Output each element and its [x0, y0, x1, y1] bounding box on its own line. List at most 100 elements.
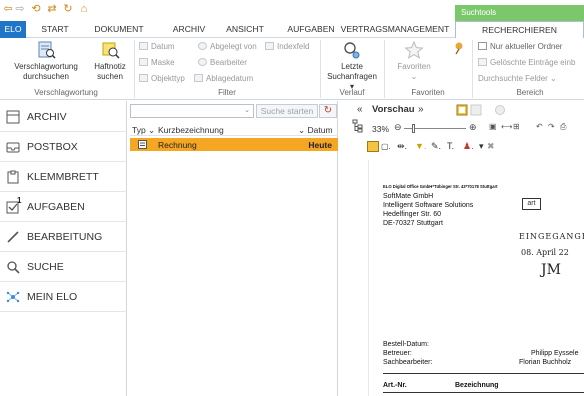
sidebar-item-label: BEARBEITUNG — [27, 231, 103, 243]
sidebar-item-postbox[interactable]: POSTBOX — [0, 132, 127, 162]
search-input[interactable]: ⌄ — [130, 104, 254, 118]
zoom-in-icon[interactable]: ⊕ — [469, 122, 477, 133]
delete-annotation-icon[interactable]: ✖ — [487, 141, 495, 152]
verschlagwortung-durchsuchen-button[interactable]: Verschlagwortung durchsuchen — [2, 40, 90, 82]
filter-bearbeiter[interactable]: Bearbeiter — [198, 57, 247, 68]
fit-width-icon[interactable]: ⟷ — [501, 122, 512, 131]
handwritten-initials: JM — [541, 262, 561, 278]
stamp-tool-icon[interactable]: ♟. — [463, 141, 474, 152]
image-view-icon[interactable] — [470, 104, 482, 116]
group-separator — [320, 40, 321, 98]
sidebar-item-label: MEIN ELO — [27, 291, 78, 303]
column-header-kurzbezeichnung[interactable]: Kurzbezeichnung — [158, 125, 224, 135]
handwritten-stamp-text: EINGEGANGEN — [519, 232, 584, 241]
favoriten-button[interactable]: Favoriten ⌄ — [388, 40, 440, 82]
highlight-tool-icon[interactable] — [367, 141, 379, 152]
button-label-line1: Letzte — [341, 62, 363, 71]
filter-indexfeld[interactable]: Indexfeld — [265, 41, 309, 52]
filter-maske[interactable]: Maske — [139, 57, 175, 68]
back-arrow-icon[interactable]: ⇦ — [2, 3, 14, 15]
filter-maske-label: Maske — [151, 58, 175, 67]
search-icon — [7, 261, 20, 274]
sidebar-item-label: AUFGABEN — [27, 201, 85, 213]
user-icon — [198, 42, 207, 50]
sidebar-item-mein-elo[interactable]: MEIN ELO — [0, 282, 127, 312]
filter-datum-label: Datum — [151, 42, 175, 51]
tab-start[interactable]: START — [30, 21, 80, 38]
button-label-line1: Haftnotiz — [94, 62, 126, 71]
refresh-icon[interactable]: ↻ — [62, 3, 74, 15]
rotate-right-icon[interactable]: ↷ — [548, 122, 555, 131]
column-header-datum[interactable]: ⌄ Datum — [298, 125, 333, 136]
doc-divider — [383, 392, 584, 393]
strikeout-tool-icon[interactable]: ⇹. — [397, 141, 407, 152]
filter-ablagedatum[interactable]: Ablagedatum — [194, 73, 253, 84]
letzte-suchanfragen-button[interactable]: Letzte Suchanfragen ▾ — [324, 40, 380, 92]
checkbox-icon — [478, 42, 487, 50]
sidebar-item-archiv[interactable]: ARCHIV — [0, 102, 127, 132]
group-label-favoriten: Favoriten — [411, 88, 445, 97]
outline-tree-icon[interactable] — [352, 119, 364, 133]
filter-datum[interactable]: Datum — [139, 41, 175, 52]
tab-aufgaben[interactable]: AUFGABEN — [280, 21, 342, 38]
exchange-icon[interactable]: ⇄ — [46, 3, 58, 15]
button-label-line2: durchsuchen — [23, 72, 69, 81]
fit-page-icon[interactable]: ▣ — [489, 122, 497, 131]
document-view-icon[interactable] — [456, 104, 468, 116]
document-icon — [138, 140, 147, 149]
doc-sender-line: ELO Digital Office GmbH*Tübinger Str. 43… — [383, 184, 498, 189]
tab-recherchieren[interactable]: RECHERCHIEREN — [455, 21, 584, 39]
filter-objekttyp[interactable]: Objekttyp — [139, 73, 185, 84]
tab-elo[interactable]: ELO — [0, 21, 26, 38]
doc-table-head: Bezeichnung — [455, 382, 499, 389]
filter-abgelegt-von-label: Abgelegt von — [210, 42, 257, 51]
pin-icon[interactable] — [452, 41, 466, 55]
form-search-icon — [38, 41, 56, 59]
tab-archiv[interactable]: ARCHIV — [164, 21, 214, 38]
sidebar-item-klemmbrett[interactable]: KLEMMBRETT — [0, 162, 127, 192]
sidebar-item-aufgaben[interactable]: 1 AUFGABEN — [0, 192, 127, 222]
text-tool-icon[interactable]: T. — [447, 141, 454, 151]
home-icon[interactable]: ⌂ — [78, 3, 90, 15]
task-count-badge: 1 — [17, 196, 22, 205]
reset-search-button[interactable]: ↻ — [319, 104, 337, 118]
rotate-icon[interactable]: ↶ — [536, 122, 543, 131]
tab-dokument[interactable]: DOKUMENT — [88, 21, 150, 38]
forward-arrow-icon[interactable]: ⇨ — [14, 3, 26, 15]
annotation-toolbar: ▢. ⇹. ▼. ✎. T. ♟. ▾ ✖ — [367, 140, 584, 156]
zoom-out-icon[interactable]: ⊖ — [394, 122, 402, 133]
chevron-down-icon[interactable]: ⌄ — [244, 106, 250, 114]
sticky-note-tool-icon[interactable]: ▢. — [381, 142, 391, 151]
group-label-verschlagwortung: Verschlagwortung — [34, 88, 98, 97]
pen-tool-icon[interactable]: ✎. — [431, 141, 441, 152]
durchsuchte-felder-dropdown[interactable]: Durchsuchte Felder ⌄ — [478, 73, 557, 84]
elo-client-window: ⇦ ⇨ ⟲ ⇄ ↻ ⌂ Suchtools ELO START DOKUMENT… — [0, 0, 584, 396]
calendar-icon — [194, 74, 203, 82]
durchsuchte-felder-label: Durchsuchte Felder ⌄ — [478, 74, 557, 83]
context-tab-group-label: Suchtools — [455, 5, 584, 21]
fit-all-icon[interactable]: ⊞ — [513, 122, 520, 131]
haftnotiz-suchen-button[interactable]: Haftnotiz suchen — [88, 40, 132, 82]
share-icon[interactable]: ⟲ — [30, 3, 42, 15]
nur-aktueller-ordner-checkbox[interactable]: Nur aktueller Ordner — [478, 41, 562, 52]
zoom-slider-handle[interactable] — [412, 124, 415, 133]
group-separator — [384, 40, 385, 98]
filter-abgelegt-von[interactable]: Abgelegt von — [198, 41, 257, 52]
nur-aktueller-ordner-label: Nur aktueller Ordner — [490, 42, 563, 51]
search-start-button[interactable]: Suche starten — [256, 104, 318, 118]
marker-tool-icon[interactable]: ▼. — [415, 141, 426, 151]
column-header-typ[interactable]: Typ ⌄ — [132, 125, 155, 136]
doc-recipient-line: SoftMate GmbH — [383, 193, 434, 200]
sidebar-item-suche[interactable]: SUCHE — [0, 252, 127, 282]
dropdown-tool-icon[interactable]: ▾ — [479, 141, 484, 152]
button-label-line2: ⌄ — [410, 72, 418, 81]
sidebar-item-bearbeitung[interactable]: BEARBEITUNG — [0, 222, 127, 252]
print-icon[interactable]: ⎙ — [560, 122, 566, 132]
tab-vertragsmanagement[interactable]: VERTRAGSMANAGEMENT — [340, 21, 450, 38]
globe-icon[interactable] — [494, 104, 506, 116]
expand-preview-button[interactable]: » — [418, 104, 424, 115]
tab-ansicht[interactable]: ANSICHT — [218, 21, 272, 38]
collapse-preview-button[interactable]: « — [357, 104, 363, 115]
geloeschte-eintraege-toggle[interactable]: Gelöschte Einträge einb — [478, 57, 575, 68]
list-item[interactable]: Rechnung Heute — [130, 138, 338, 151]
